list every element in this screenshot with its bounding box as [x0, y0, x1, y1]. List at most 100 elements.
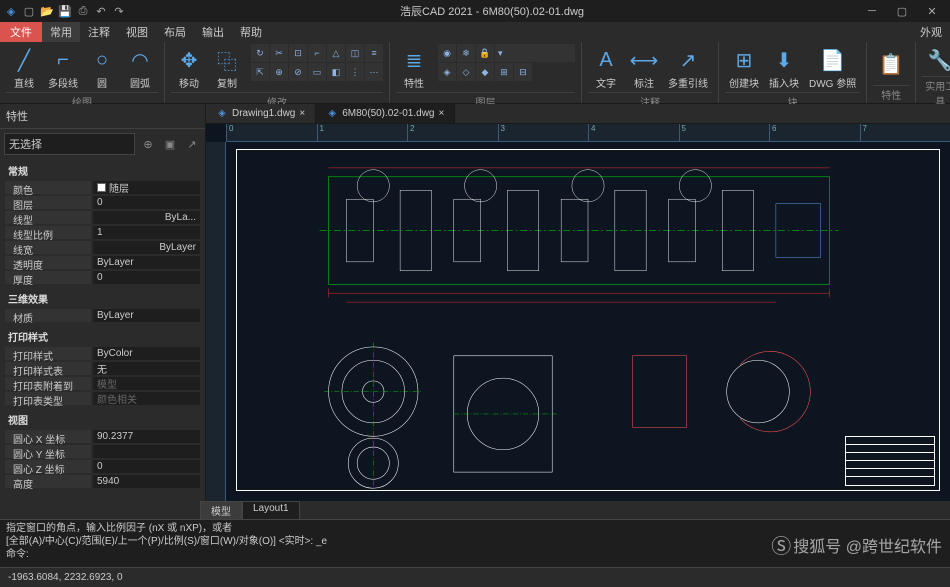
prop-plotattach[interactable]: 打印表附着到模型: [0, 376, 205, 391]
close-tab-icon[interactable]: ×: [439, 108, 445, 119]
circle-button[interactable]: ○圆: [84, 44, 120, 92]
ribbon: ╱直线 ⌐多段线 ○圆 ◠圆弧 绘图 ✥移动 ⿻复制 ↻✂⊡⌐△◫≡ ⇱⊕⊘▭◧…: [0, 42, 950, 104]
prop-material[interactable]: 材质ByLayer: [0, 308, 205, 323]
maximize-button[interactable]: ▢: [888, 2, 916, 20]
layer-tool-icon[interactable]: 🔒: [476, 44, 494, 62]
modify-tool-icon[interactable]: ⋯: [365, 63, 383, 81]
layer-dropdown[interactable]: ▾: [495, 44, 575, 62]
close-button[interactable]: ✕: [918, 2, 946, 20]
utilities-button[interactable]: 🔧: [922, 44, 950, 76]
polyline-button[interactable]: ⌐多段线: [44, 44, 82, 92]
window-title: 浩辰CAD 2021 - 6M80(50).02-01.dwg: [126, 3, 858, 19]
prop-centerx[interactable]: 圆心 X 坐标90.2377: [0, 429, 205, 444]
command-history-1: 指定窗口的角点，输入比例因子 (nX 或 nXP)，或者: [6, 522, 944, 535]
modify-tool-icon[interactable]: ◫: [346, 44, 364, 62]
prop-color[interactable]: 颜色随层: [0, 180, 205, 195]
menu-help[interactable]: 帮助: [232, 22, 270, 42]
layer-tool-icon[interactable]: ⊞: [495, 63, 513, 81]
modify-tool-icon[interactable]: ⊕: [270, 63, 288, 81]
insert-block-button[interactable]: ⬇插入块: [765, 44, 803, 92]
menu-layout[interactable]: 布局: [156, 22, 194, 42]
layer-tool-icon[interactable]: ◉: [438, 44, 456, 62]
menu-home[interactable]: 常用: [42, 22, 80, 42]
layer-properties-button[interactable]: ≣特性: [396, 44, 432, 92]
file-menu[interactable]: 文件: [0, 22, 42, 42]
prop-plotstyle[interactable]: 打印样式ByColor: [0, 346, 205, 361]
save-icon[interactable]: 💾: [58, 4, 72, 18]
panel-properties: 📋 特性: [867, 42, 916, 103]
properties-button[interactable]: 📋: [873, 44, 909, 85]
menu-output[interactable]: 输出: [194, 22, 232, 42]
move-button[interactable]: ✥移动: [171, 44, 207, 92]
modify-tool-icon[interactable]: ⊘: [289, 63, 307, 81]
prop-centery[interactable]: 圆心 Y 坐标: [0, 444, 205, 459]
dwg-ref-button[interactable]: 📄DWG 参照: [805, 44, 860, 92]
layer-tool-icon[interactable]: ⊟: [514, 63, 532, 81]
modify-tool-icon[interactable]: △: [327, 44, 345, 62]
modify-tool-icon[interactable]: ◧: [327, 63, 345, 81]
prop-plottype[interactable]: 打印表类型颜色相关: [0, 391, 205, 406]
modify-tool-icon[interactable]: ⊡: [289, 44, 307, 62]
prop-plottable[interactable]: 打印样式表无: [0, 361, 205, 376]
close-tab-icon[interactable]: ×: [299, 108, 305, 119]
menubar: 文件 常用 注释 视图 布局 输出 帮助 外观: [0, 22, 950, 42]
panel-modify: ✥移动 ⿻复制 ↻✂⊡⌐△◫≡ ⇱⊕⊘▭◧⋮⋯ 修改: [165, 42, 390, 103]
prop-height[interactable]: 高度5940: [0, 474, 205, 489]
modify-tool-icon[interactable]: ⋮: [346, 63, 364, 81]
modify-tool-icon[interactable]: ≡: [365, 44, 383, 62]
panel-annotate: A文字 ⟷标注 ↗多重引线 注释: [582, 42, 719, 103]
modify-tool-icon[interactable]: ↻: [251, 44, 269, 62]
pick-icon[interactable]: ↗: [183, 135, 201, 153]
selection-dropdown[interactable]: 无选择: [4, 133, 135, 155]
line-button[interactable]: ╱直线: [6, 44, 42, 92]
quick-select-icon[interactable]: ⊕: [139, 135, 157, 153]
new-icon[interactable]: ▢: [22, 4, 36, 18]
modify-tool-icon[interactable]: ⇱: [251, 63, 269, 81]
prop-linetype[interactable]: 线型ByLa...: [0, 210, 205, 225]
prop-centerz[interactable]: 圆心 Z 坐标0: [0, 459, 205, 474]
model-tab[interactable]: 模型: [200, 501, 242, 519]
create-block-button[interactable]: ⊞创建块: [725, 44, 763, 92]
menu-view[interactable]: 视图: [118, 22, 156, 42]
menu-annotate[interactable]: 注释: [80, 22, 118, 42]
command-input[interactable]: [33, 548, 944, 561]
modify-tool-icon[interactable]: ▭: [308, 63, 326, 81]
command-prompt: 命令:: [6, 548, 29, 561]
modify-tool-icon[interactable]: ⌐: [308, 44, 326, 62]
prop-lineweight[interactable]: 线宽ByLayer: [0, 240, 205, 255]
layer-tool-icon[interactable]: ◆: [476, 63, 494, 81]
minimize-button[interactable]: ─: [858, 2, 886, 20]
dwg-icon: ◈: [216, 108, 228, 120]
prop-thickness[interactable]: 厚度0: [0, 270, 205, 285]
prop-ltscale[interactable]: 线型比例1: [0, 225, 205, 240]
arc-button[interactable]: ◠圆弧: [122, 44, 158, 92]
print-icon[interactable]: ⎙: [76, 4, 90, 18]
panel-draw: ╱直线 ⌐多段线 ○圆 ◠圆弧 绘图: [0, 42, 165, 103]
horizontal-ruler: 01234567: [226, 124, 950, 142]
prop-layer[interactable]: 图层0: [0, 195, 205, 210]
titlebar: ◈ ▢ 📂 💾 ⎙ ↶ ↷ 浩辰CAD 2021 - 6M80(50).02-0…: [0, 0, 950, 22]
layout-tab[interactable]: Layout1: [242, 501, 300, 519]
dimension-button[interactable]: ⟷标注: [626, 44, 662, 92]
drawing-canvas[interactable]: 01234567: [206, 124, 950, 501]
properties-title: 特性: [0, 104, 205, 129]
text-button[interactable]: A文字: [588, 44, 624, 92]
command-line[interactable]: 指定窗口的角点，输入比例因子 (nX 或 nXP)，或者 [全部(A)/中心(C…: [0, 519, 950, 567]
doc-tab-1[interactable]: ◈Drawing1.dwg×: [206, 104, 316, 123]
leader-button[interactable]: ↗多重引线: [664, 44, 712, 92]
layer-tool-icon[interactable]: ❄: [457, 44, 475, 62]
modify-tool-icon[interactable]: ✂: [270, 44, 288, 62]
layer-tool-icon[interactable]: ◈: [438, 63, 456, 81]
appearance-link[interactable]: 外观: [912, 22, 950, 42]
layer-tool-icon[interactable]: ◇: [457, 63, 475, 81]
open-icon[interactable]: 📂: [40, 4, 54, 18]
prop-transparency[interactable]: 透明度ByLayer: [0, 255, 205, 270]
app-icon[interactable]: ◈: [4, 4, 18, 18]
title-block: [845, 436, 935, 486]
copy-button[interactable]: ⿻复制: [209, 44, 245, 92]
undo-icon[interactable]: ↶: [94, 4, 108, 18]
select-icon[interactable]: ▣: [161, 135, 179, 153]
doc-tab-2[interactable]: ◈6M80(50).02-01.dwg×: [316, 104, 455, 123]
redo-icon[interactable]: ↷: [112, 4, 126, 18]
drawing-border: [236, 149, 940, 491]
